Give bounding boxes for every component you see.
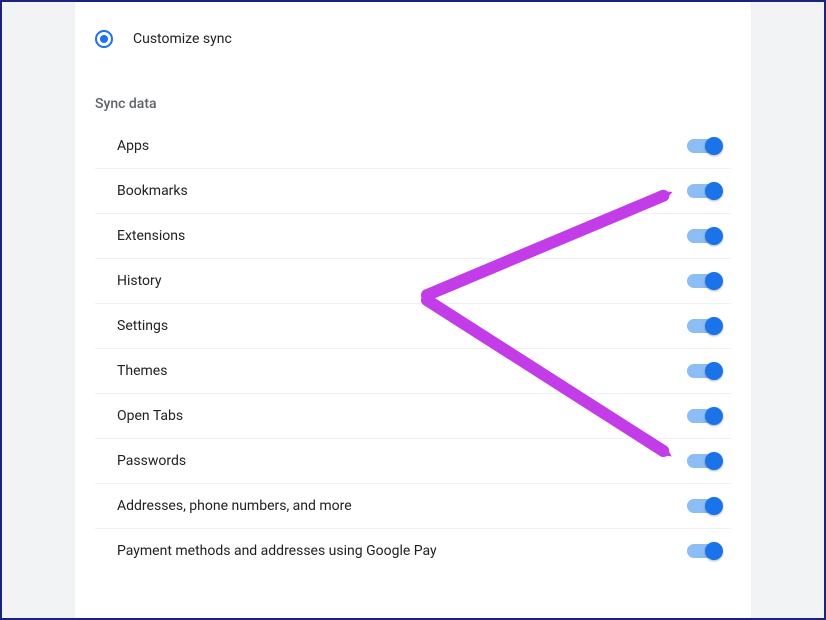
sync-item-open-tabs: Open Tabs bbox=[95, 394, 731, 439]
sync-item-label: Settings bbox=[117, 318, 168, 334]
toggle-addresses[interactable] bbox=[687, 499, 721, 513]
sync-item-label: Payment methods and addresses using Goog… bbox=[117, 543, 437, 559]
toggle-passwords[interactable] bbox=[687, 454, 721, 468]
sync-item-apps: Apps bbox=[95, 124, 731, 169]
settings-panel: Customize sync Sync data Apps Bookmarks … bbox=[75, 2, 751, 618]
radio-selected-icon bbox=[95, 30, 113, 48]
toggle-knob-icon bbox=[705, 542, 723, 560]
sync-item-bookmarks: Bookmarks bbox=[95, 169, 731, 214]
sync-item-label: Extensions bbox=[117, 228, 185, 244]
sync-item-addresses: Addresses, phone numbers, and more bbox=[95, 484, 731, 529]
toggle-apps[interactable] bbox=[687, 139, 721, 153]
sync-item-label: Addresses, phone numbers, and more bbox=[117, 498, 352, 514]
toggle-settings[interactable] bbox=[687, 319, 721, 333]
sync-item-extensions: Extensions bbox=[95, 214, 731, 259]
toggle-knob-icon bbox=[705, 407, 723, 425]
toggle-knob-icon bbox=[705, 497, 723, 515]
sync-item-label: Apps bbox=[117, 138, 149, 154]
toggle-knob-icon bbox=[705, 137, 723, 155]
sync-item-passwords: Passwords bbox=[95, 439, 731, 484]
toggle-knob-icon bbox=[705, 182, 723, 200]
sync-item-history: History bbox=[95, 259, 731, 304]
sync-item-label: Themes bbox=[117, 363, 167, 379]
toggle-knob-icon bbox=[705, 317, 723, 335]
sync-item-settings: Settings bbox=[95, 304, 731, 349]
sync-item-label: History bbox=[117, 273, 162, 289]
sync-list: Apps Bookmarks Extensions History Settin… bbox=[75, 124, 751, 573]
toggle-themes[interactable] bbox=[687, 364, 721, 378]
toggle-extensions[interactable] bbox=[687, 229, 721, 243]
sync-item-payment: Payment methods and addresses using Goog… bbox=[95, 529, 731, 573]
toggle-bookmarks[interactable] bbox=[687, 184, 721, 198]
sync-item-label: Open Tabs bbox=[117, 408, 183, 424]
customize-sync-label: Customize sync bbox=[133, 31, 232, 47]
sync-data-header: Sync data bbox=[75, 56, 751, 124]
toggle-knob-icon bbox=[705, 362, 723, 380]
sync-item-label: Passwords bbox=[117, 453, 186, 469]
sync-item-themes: Themes bbox=[95, 349, 731, 394]
customize-sync-radio-row[interactable]: Customize sync bbox=[75, 22, 751, 56]
toggle-knob-icon bbox=[705, 272, 723, 290]
toggle-payment[interactable] bbox=[687, 544, 721, 558]
toggle-knob-icon bbox=[705, 227, 723, 245]
toggle-history[interactable] bbox=[687, 274, 721, 288]
toggle-knob-icon bbox=[705, 452, 723, 470]
toggle-open-tabs[interactable] bbox=[687, 409, 721, 423]
sync-item-label: Bookmarks bbox=[117, 183, 188, 199]
